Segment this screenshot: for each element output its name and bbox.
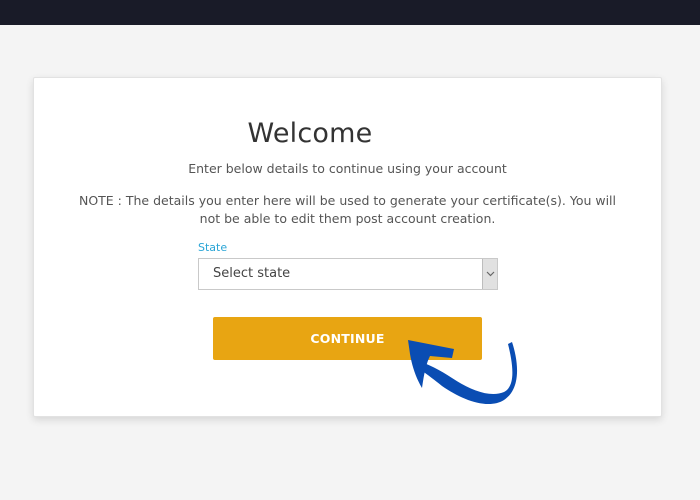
- page-subtitle: Enter below details to continue using yo…: [188, 161, 507, 176]
- page-title: Welcome: [247, 118, 373, 149]
- state-select-value: Select state: [213, 266, 291, 281]
- state-field-label: State: [198, 241, 228, 254]
- state-select[interactable]: Select state: [198, 258, 498, 290]
- certificate-note: NOTE : The details you enter here will b…: [78, 193, 617, 226]
- continue-button[interactable]: CONTINUE: [213, 317, 482, 360]
- state-select-toggle[interactable]: [482, 259, 497, 289]
- top-nav-bar: [0, 0, 700, 25]
- chevron-down-icon: [486, 271, 494, 277]
